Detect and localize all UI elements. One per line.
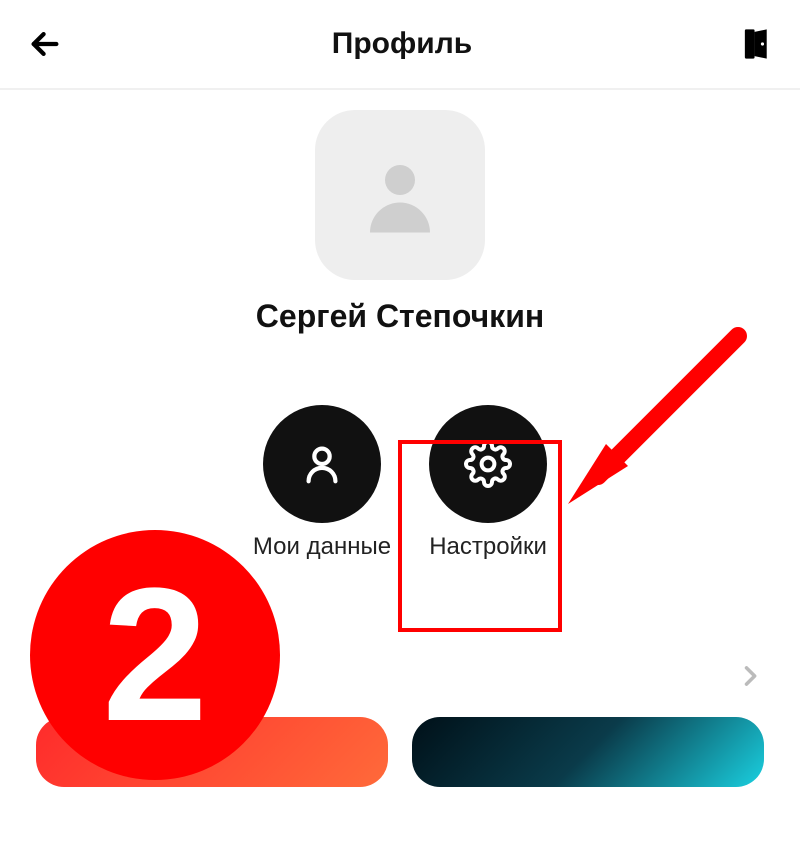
my-data-button[interactable]: Мои данные [253,405,391,561]
annotation-step-number: 2 [102,546,208,764]
chevron-right-icon [736,662,764,690]
header-bar: Профиль [0,0,800,90]
avatar[interactable] [315,110,485,280]
back-button[interactable] [28,27,62,61]
annotation-arrow-icon [558,316,758,506]
my-data-label: Мои данные [253,533,391,561]
page-title: Профиль [332,27,472,61]
annotation-step-badge: 2 [30,530,280,780]
promo-card-2[interactable] [412,717,764,787]
exit-door-icon [742,27,772,61]
profile-name: Сергей Степочкин [256,298,544,335]
annotation-highlight-box [398,440,562,632]
arrow-left-icon [28,27,62,61]
profile-block: Сергей Степочкин [0,110,800,335]
person-placeholder-icon [355,150,445,240]
person-icon [299,441,345,487]
logout-button[interactable] [742,27,772,61]
